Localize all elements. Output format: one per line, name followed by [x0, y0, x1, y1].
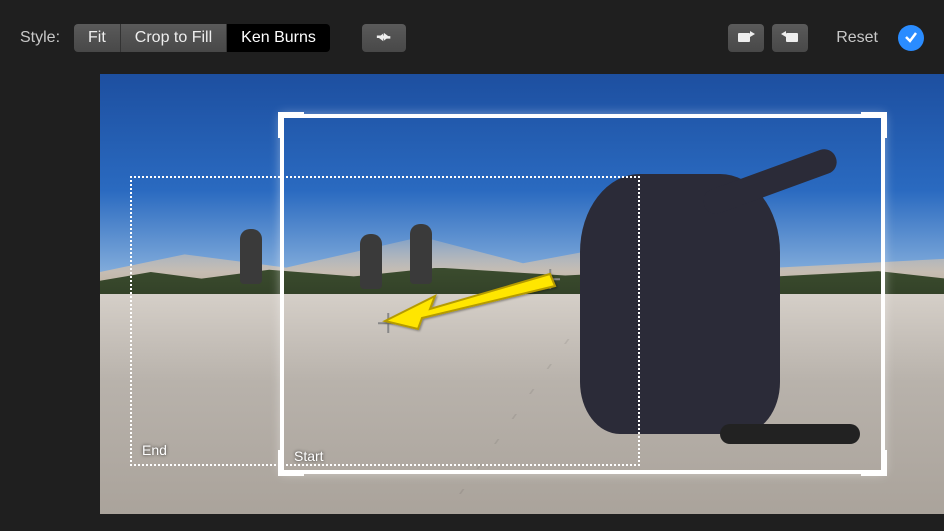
crop-toolbar: Style: Fit Crop to Fill Ken Burns Reset — [0, 0, 944, 54]
style-crop-to-fill-button[interactable]: Crop to Fill — [121, 24, 227, 52]
start-frame-handle-br[interactable] — [861, 450, 887, 476]
apply-button[interactable] — [898, 25, 924, 51]
style-ken-burns-button[interactable]: Ken Burns — [227, 24, 330, 52]
checkmark-icon — [904, 30, 918, 47]
swap-start-end-button[interactable] — [362, 24, 406, 52]
style-fit-button[interactable]: Fit — [74, 24, 121, 52]
rotate-cw-icon — [780, 29, 800, 48]
rotate-ccw-icon — [736, 29, 756, 48]
viewer-area: End Start — [100, 74, 944, 514]
start-frame-handle-tr[interactable] — [861, 112, 887, 138]
start-center-cross-icon — [540, 269, 560, 289]
end-center-cross-icon — [378, 313, 398, 333]
start-frame-handle-tl[interactable] — [278, 112, 304, 138]
swap-arrows-icon — [373, 29, 395, 48]
rotate-cw-button[interactable] — [772, 24, 808, 52]
ken-burns-start-frame[interactable]: Start — [280, 114, 885, 474]
start-frame-label: Start — [294, 448, 324, 464]
rotate-ccw-button[interactable] — [728, 24, 764, 52]
style-segmented-control: Fit Crop to Fill Ken Burns — [74, 24, 330, 52]
rotate-group — [728, 24, 808, 52]
end-frame-label: End — [142, 442, 167, 458]
style-label: Style: — [20, 29, 60, 47]
reset-button[interactable]: Reset — [836, 29, 878, 47]
